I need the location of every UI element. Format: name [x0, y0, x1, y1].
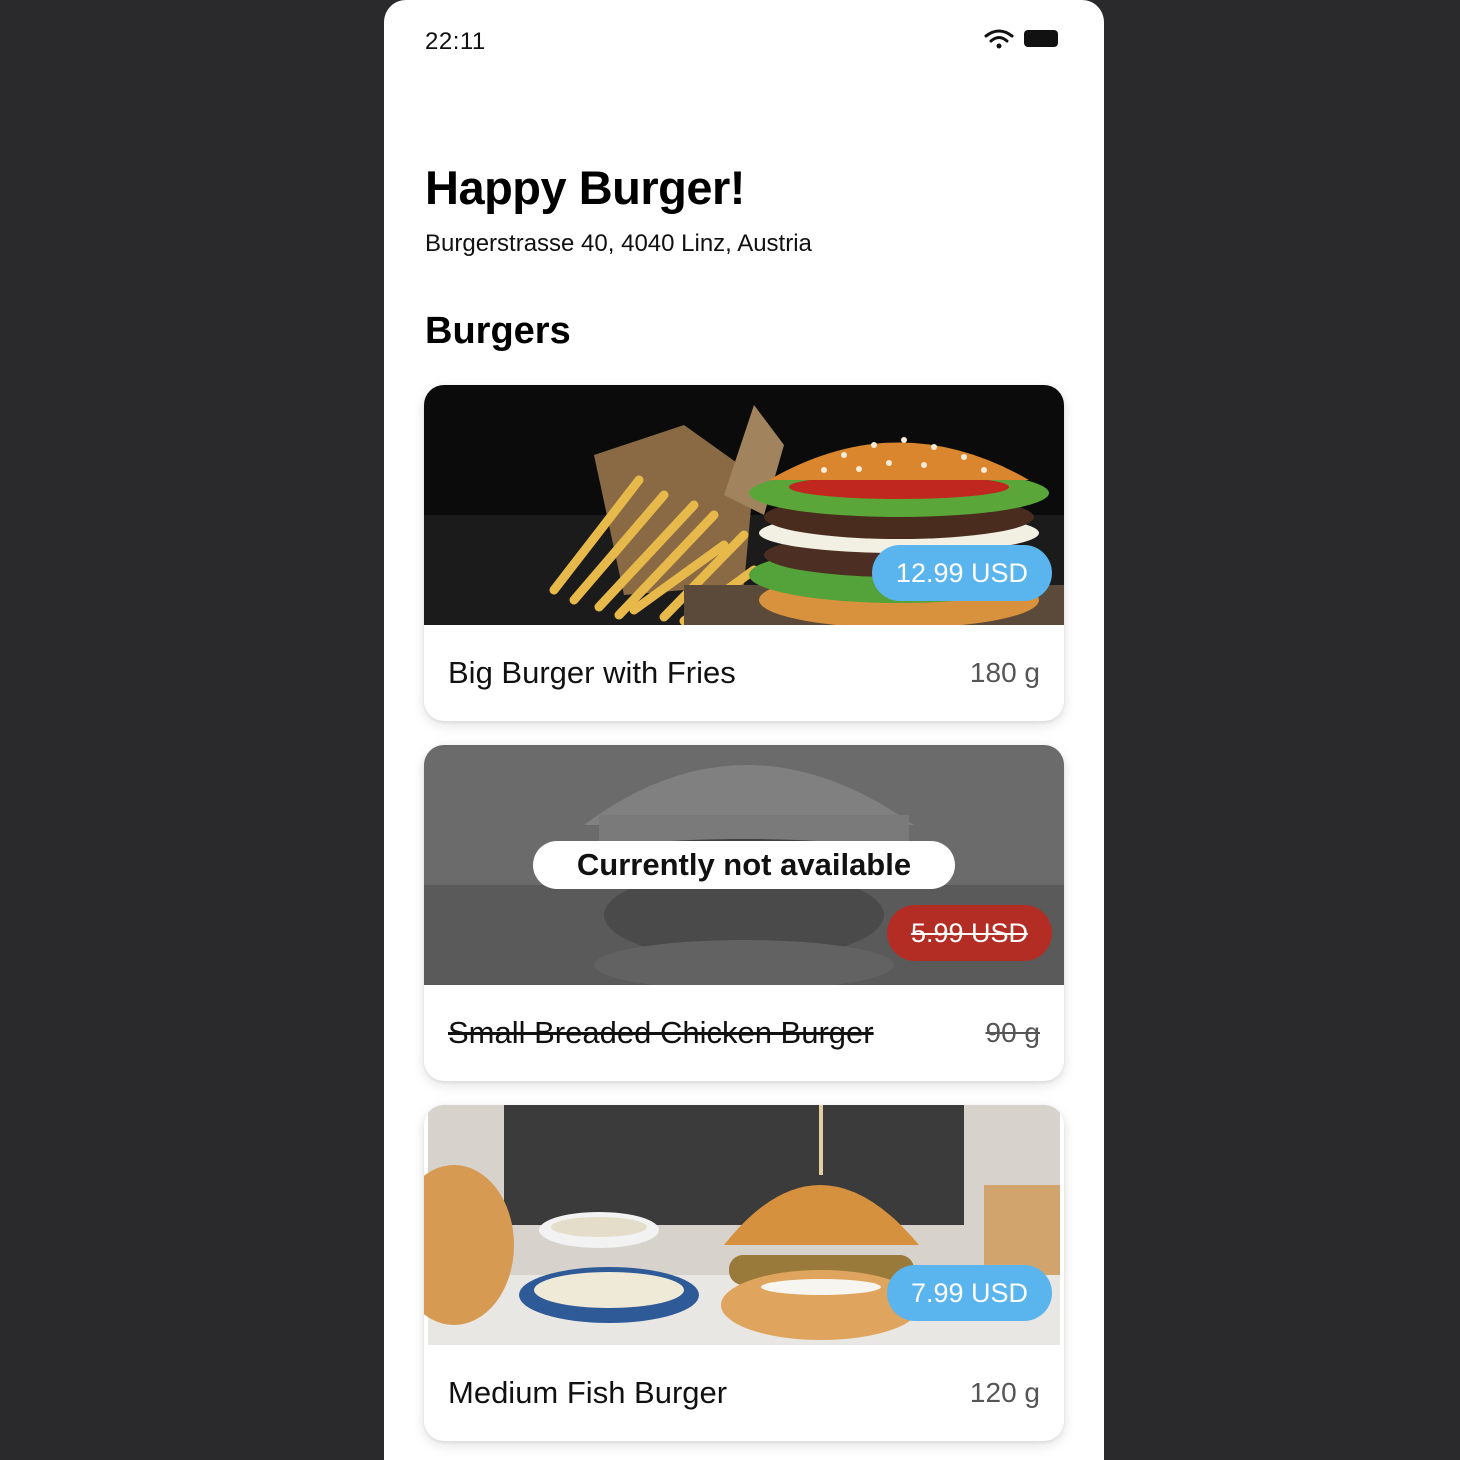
item-name: Medium Fish Burger: [448, 1375, 728, 1410]
status-bar: 22:11: [384, 0, 1104, 80]
chicken-burger-image: Currently not available 5.99 USD: [424, 745, 1064, 985]
burger-fries-image: 12.99 USD: [424, 385, 1064, 625]
restaurant-title: Happy Burger!: [425, 161, 745, 214]
fish-burger-image: 7.99 USD: [424, 1105, 1064, 1345]
status-time: 22:11: [425, 28, 486, 55]
menu-item-card[interactable]: 12.99 USD Big Burger with Fries 180 g: [424, 385, 1064, 721]
item-name: Small Breaded Chicken Burger: [448, 1015, 874, 1050]
price-badge: 7.99 USD: [886, 1265, 1052, 1321]
unavailable-label: Currently not available: [533, 841, 955, 889]
item-weight: 90 g: [985, 1017, 1041, 1048]
price-badge: 5.99 USD: [886, 905, 1052, 961]
menu-item-card[interactable]: 7.99 USD Medium Fish Burger 120 g: [424, 1105, 1064, 1441]
item-name: Big Burger with Fries: [448, 655, 736, 690]
wifi-icon: [984, 29, 1014, 49]
restaurant-address: Burgerstrasse 40, 4040 Linz, Austria: [425, 230, 812, 257]
app-screen: 22:11 Happy Burger! Burgerstrasse 40, 40…: [384, 0, 1104, 1460]
item-weight: 120 g: [969, 1377, 1040, 1408]
battery-icon: [1024, 30, 1058, 47]
item-weight: 180 g: [969, 657, 1040, 688]
menu-item-card[interactable]: Currently not available 5.99 USD Small B…: [424, 745, 1064, 1081]
price-badge: 12.99 USD: [871, 545, 1052, 601]
section-title: Burgers: [425, 310, 571, 352]
